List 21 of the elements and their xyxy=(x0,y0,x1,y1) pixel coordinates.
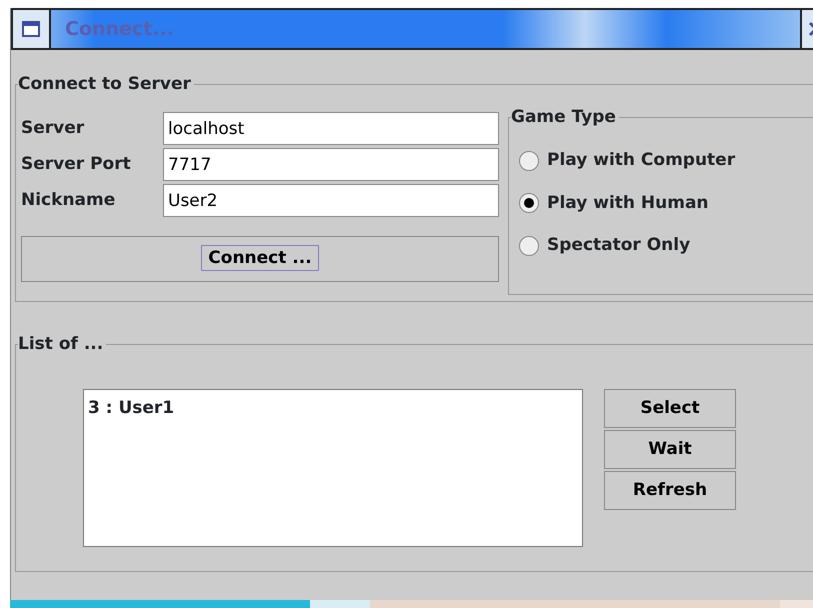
field-label: Server xyxy=(21,116,86,140)
connect-button[interactable]: Connect ... xyxy=(21,236,499,282)
list-button[interactable]: Select xyxy=(604,389,736,428)
text-field[interactable]: localhost xyxy=(163,112,499,145)
window-icon[interactable] xyxy=(22,21,40,37)
list-button[interactable]: Wait xyxy=(604,430,736,469)
field-label: Server Port xyxy=(21,152,132,176)
window-title: Connect... xyxy=(64,16,175,42)
text-field[interactable]: 7717 xyxy=(163,148,499,181)
radio-option[interactable]: Play with Computer xyxy=(519,148,813,174)
text-field[interactable]: User2 xyxy=(163,184,499,217)
list-button[interactable]: Refresh xyxy=(604,471,736,510)
list-box[interactable]: 3 : User1 xyxy=(83,389,583,547)
radio-option[interactable]: Play with Human xyxy=(519,190,813,216)
radio-option[interactable]: Spectator Only xyxy=(519,233,813,258)
list-item[interactable]: 3 : User1 xyxy=(88,396,578,422)
radio-button[interactable] xyxy=(519,236,539,256)
group-title: Game Type xyxy=(511,106,619,128)
field-label: Nickname xyxy=(21,188,116,212)
radio-button[interactable] xyxy=(519,150,539,171)
radio-button[interactable] xyxy=(519,193,539,214)
